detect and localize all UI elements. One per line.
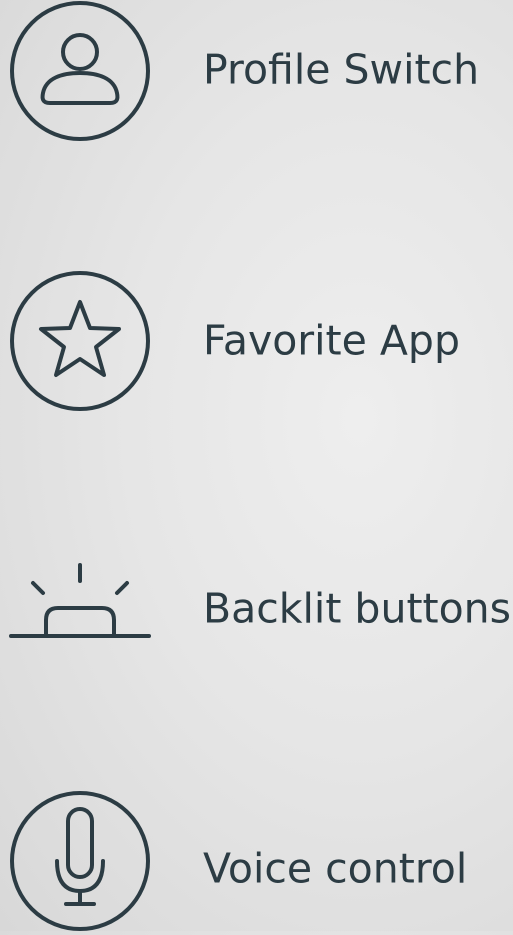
feature-backlit-buttons: Backlit buttons [0,535,513,685]
feature-label: Backlit buttons [203,584,512,633]
feature-favorite-app: Favorite App [0,265,513,415]
feature-label: Voice control [203,844,468,893]
star-icon [0,265,160,411]
feature-voice-control: Voice control [0,785,513,935]
feature-profile-switch: Profile Switch [0,0,513,150]
feature-label: Profile Switch [203,45,480,94]
user-icon [0,0,160,146]
feature-label: Favorite App [203,316,460,365]
backlight-icon [0,535,160,681]
microphone-icon [0,785,160,931]
feature-list: Profile Switch Favorite App Backlit butt… [0,0,513,931]
